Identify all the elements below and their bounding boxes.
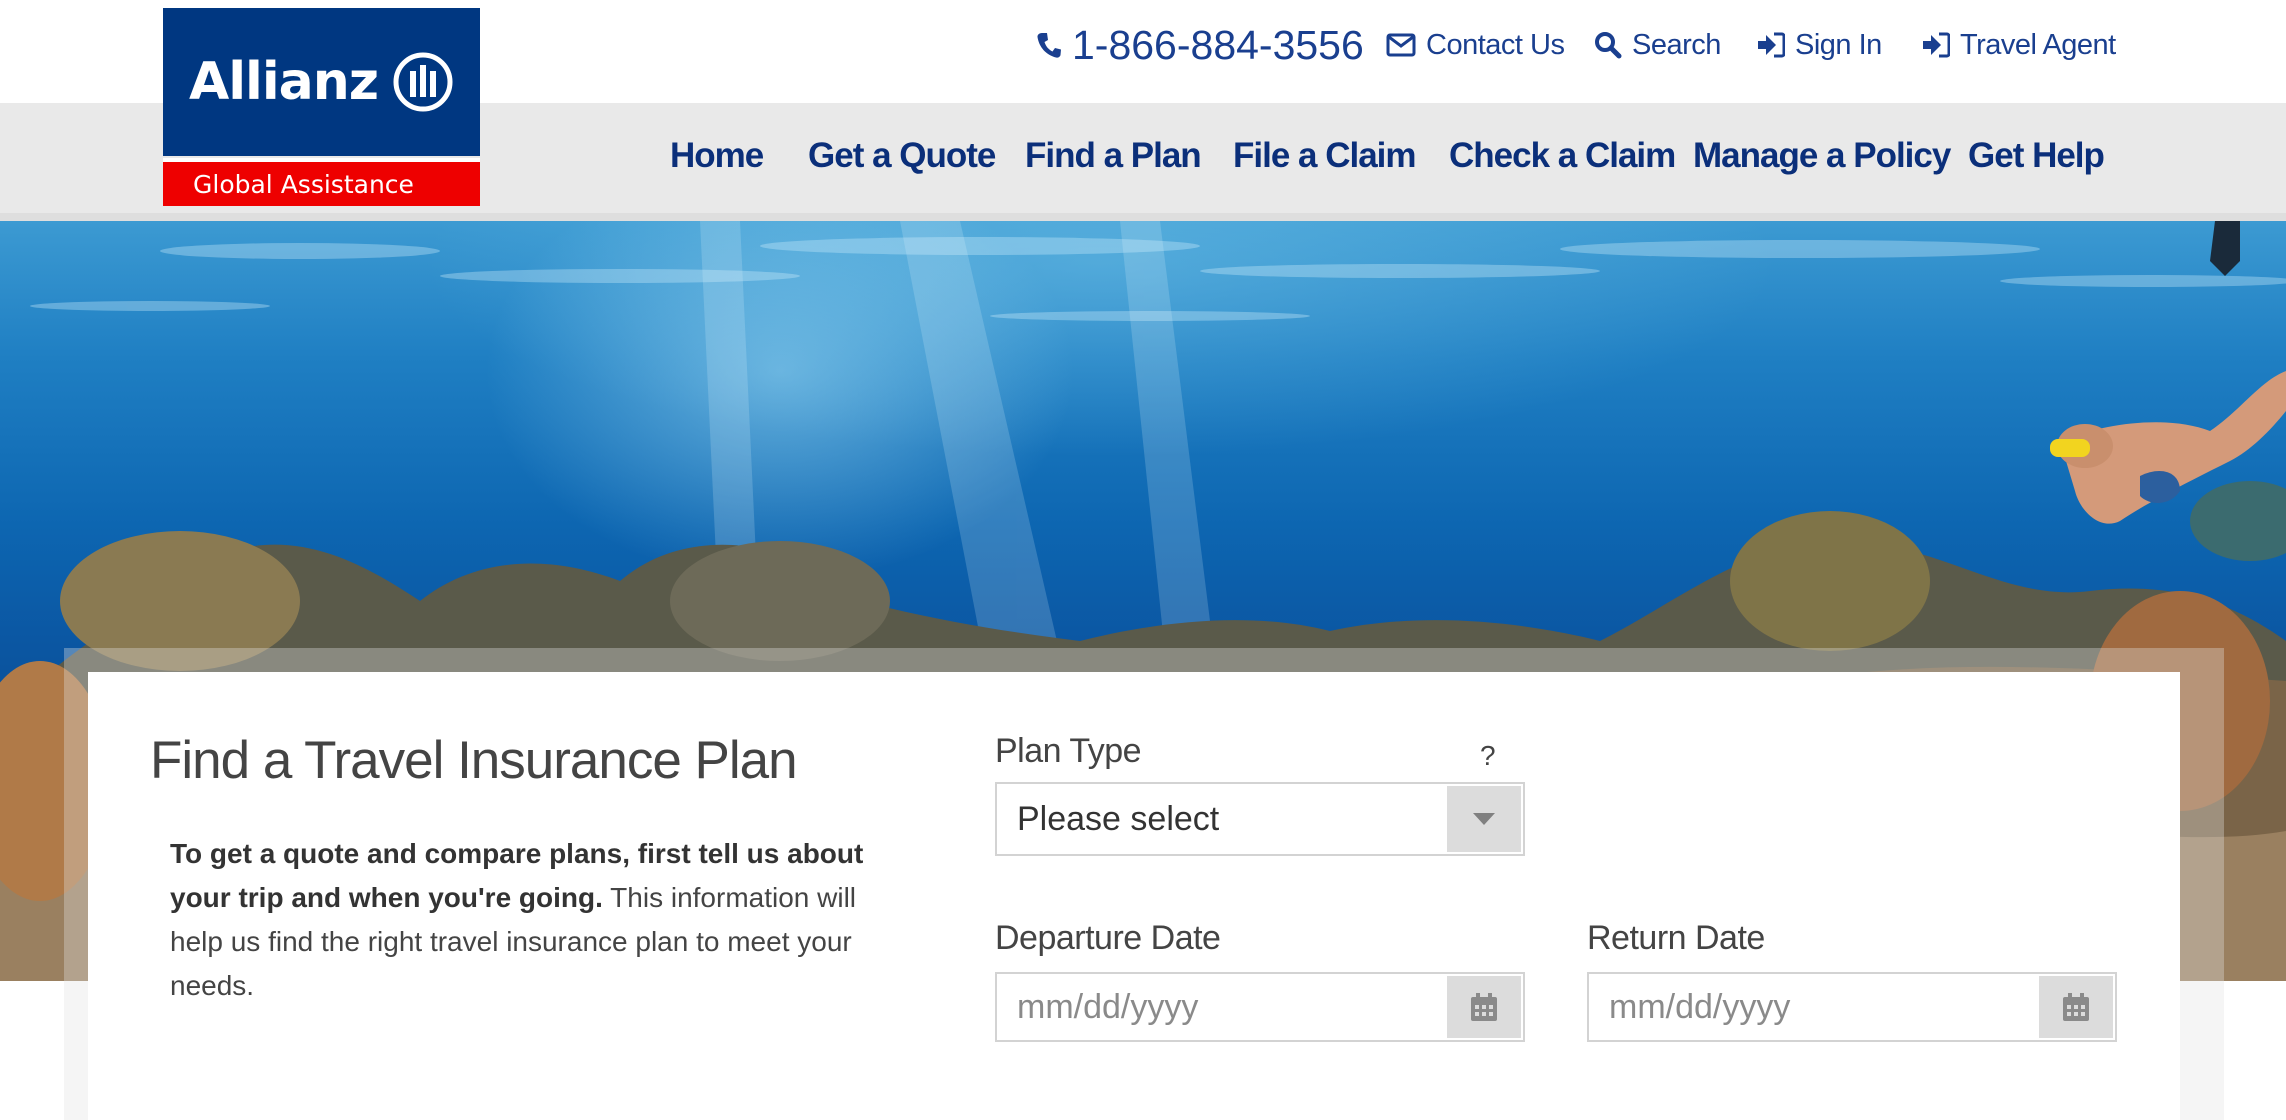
departure-date-picker-button[interactable]: [1447, 976, 1521, 1038]
search-label: Search: [1632, 28, 1721, 61]
calendar-icon: [1471, 993, 1497, 1021]
plan-type-selected-value: Please select: [1017, 800, 1220, 838]
plan-type-select[interactable]: Please select: [995, 782, 1525, 856]
form-description: To get a quote and compare plans, first …: [170, 832, 910, 1008]
logo-subtitle: Global Assistance: [193, 170, 414, 199]
nav-file-a-claim[interactable]: File a Claim: [1233, 136, 1417, 176]
allianz-eagle-icon: [393, 52, 453, 112]
travel-agent-label: Travel Agent: [1960, 28, 2116, 61]
nav-check-a-claim[interactable]: Check a Claim: [1449, 136, 1676, 176]
logo-subband: Global Assistance: [163, 158, 480, 206]
phone-icon: [1037, 33, 1061, 58]
departure-date-label: Departure Date: [995, 919, 1221, 957]
sign-in-icon: [1923, 32, 1950, 58]
sign-in-icon: [1758, 32, 1785, 58]
contact-us-label: Contact Us: [1426, 28, 1565, 61]
sign-in-link[interactable]: Sign In: [1757, 18, 1882, 72]
travel-agent-link[interactable]: Travel Agent: [1922, 18, 2116, 72]
phone-number: 1-866-884-3556: [1072, 21, 1364, 68]
nav-home[interactable]: Home: [670, 136, 764, 176]
phone-link[interactable]: 1-866-884-3556: [1036, 18, 1364, 72]
chevron-down-icon: [1473, 813, 1495, 825]
plan-type-label: Plan Type: [995, 732, 1142, 770]
calendar-icon: [2063, 993, 2089, 1021]
return-date-label: Return Date: [1587, 919, 1765, 957]
nav-get-help[interactable]: Get Help: [1968, 136, 2105, 176]
return-date-picker-button[interactable]: [2039, 976, 2113, 1038]
nav-get-a-quote[interactable]: Get a Quote: [808, 136, 996, 176]
return-date-placeholder: mm/dd/yyyy: [1609, 988, 1791, 1026]
contact-us-link[interactable]: Contact Us: [1386, 18, 1565, 72]
plan-type-dropdown-button[interactable]: [1447, 786, 1521, 852]
search-link[interactable]: Search: [1594, 18, 1721, 72]
form-title: Find a Travel Insurance Plan: [150, 731, 798, 790]
allianz-logo[interactable]: Allianz Global Assistance: [163, 8, 480, 206]
nav-find-a-plan[interactable]: Find a Plan: [1025, 136, 1202, 176]
logo-mark: Allianz: [163, 8, 480, 156]
departure-date-placeholder: mm/dd/yyyy: [1017, 988, 1199, 1026]
return-date-field[interactable]: mm/dd/yyyy: [1587, 972, 2117, 1042]
plan-type-help-icon[interactable]: ?: [1480, 740, 1496, 772]
envelope-icon: [1386, 33, 1416, 57]
logo-wordmark: Allianz: [188, 52, 379, 112]
departure-date-field[interactable]: mm/dd/yyyy: [995, 972, 1525, 1042]
search-icon: [1595, 32, 1622, 59]
sign-in-label: Sign In: [1795, 28, 1882, 61]
nav-manage-a-policy[interactable]: Manage a Policy: [1693, 136, 1951, 176]
